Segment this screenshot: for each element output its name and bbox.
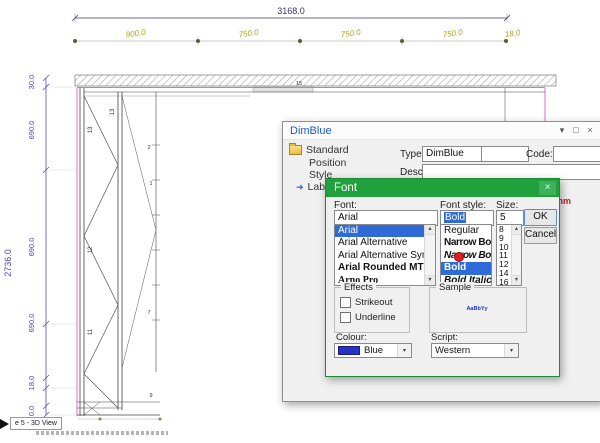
underline-label: Underline bbox=[355, 312, 396, 323]
v-dim-label: 0.0 bbox=[27, 406, 36, 416]
close-icon[interactable]: × bbox=[539, 181, 556, 195]
script-label: Script: bbox=[431, 332, 458, 343]
font-style-list[interactable]: Regular Narrow Bold Narrow Bold Italic B… bbox=[440, 224, 492, 286]
font-list[interactable]: Arial Arial Alternative Arial Alternativ… bbox=[334, 224, 436, 286]
chevron-down-icon[interactable]: ▾ bbox=[504, 344, 518, 357]
type-field[interactable]: DimBlue bbox=[422, 146, 486, 162]
style-option[interactable]: Regular bbox=[441, 225, 491, 237]
member-label: 11 bbox=[88, 328, 94, 335]
script-value: Western bbox=[435, 345, 471, 356]
member-labels: 13 13 12 11 15 2 1 7 9 bbox=[88, 81, 302, 399]
h-dim-label: 900.0 bbox=[125, 28, 147, 40]
top-dimension: 3168.0 bbox=[71, 6, 511, 23]
style-option[interactable]: Bold bbox=[441, 262, 491, 275]
v-dim-label: 690.0 bbox=[27, 314, 36, 333]
h-dim-label: 750.0 bbox=[340, 28, 362, 40]
cancel-button[interactable]: Cancel bbox=[524, 227, 557, 244]
size-list-scrollbar[interactable]: ▲ ▼ bbox=[511, 225, 521, 285]
tab-scroll-arrow[interactable] bbox=[0, 419, 9, 429]
style-option[interactable]: Narrow Bold Italic bbox=[441, 250, 491, 262]
h-dim-label: 750.0 bbox=[442, 28, 464, 40]
scroll-up-icon[interactable]: ▲ bbox=[425, 225, 435, 235]
h-dim-label: 750.0 bbox=[238, 28, 260, 40]
v-dim-label: 690.0 bbox=[27, 238, 36, 257]
bracing-lines bbox=[83, 95, 157, 416]
type-aux-field[interactable] bbox=[481, 146, 529, 162]
member-label: 15 bbox=[296, 81, 302, 87]
sample-group: Sample bbox=[429, 282, 527, 333]
font-option[interactable]: Arial Rounded MT bbox=[335, 262, 435, 274]
checkbox-icon[interactable] bbox=[340, 297, 351, 308]
underline-checkbox[interactable]: Underline bbox=[340, 312, 396, 323]
v-dim-label: 690.0 bbox=[27, 121, 36, 140]
effects-group: Effects bbox=[334, 282, 410, 333]
member-label: 7 bbox=[147, 310, 150, 316]
bottom-dimension bbox=[78, 417, 162, 421]
float-window-icon[interactable]: □ bbox=[569, 125, 583, 136]
overall-width-dim-label: 3168.0 bbox=[277, 6, 305, 16]
sample-group-label: Sample bbox=[436, 282, 475, 293]
code-label: Code: bbox=[526, 149, 553, 160]
status-bar-text-illegible bbox=[36, 431, 168, 435]
member-label: 13 bbox=[110, 108, 116, 115]
ok-button[interactable]: OK bbox=[524, 209, 557, 226]
style-option[interactable]: Narrow Bold bbox=[441, 237, 491, 249]
scroll-up-icon[interactable]: ▲ bbox=[512, 225, 521, 235]
font-option[interactable]: Arial Alternative Symbol bbox=[335, 250, 435, 262]
overall-height-dim-label: 2736.0 bbox=[3, 249, 13, 277]
colour-label: Colour: bbox=[336, 332, 367, 343]
folder-icon bbox=[289, 143, 302, 155]
dimblue-titlebar[interactable]: DimBlue ▾ □ × bbox=[283, 122, 600, 140]
member-label: 12 bbox=[88, 246, 94, 253]
colour-dropdown[interactable]: Blue ▾ bbox=[334, 343, 412, 358]
selected-arrow-icon: ➜ bbox=[296, 181, 304, 192]
left-dimension-chain: 30.0 690.0 690.0 690.0 18.0 0.0 2736.0 bbox=[3, 75, 76, 419]
script-dropdown[interactable]: Western ▾ bbox=[431, 343, 519, 358]
member-label: 1 bbox=[149, 181, 152, 187]
font-style-input-value: Bold bbox=[444, 212, 467, 223]
view-tab[interactable]: e 5 - 3D View bbox=[10, 417, 62, 430]
v-dim-label: 18.0 bbox=[27, 376, 36, 391]
dimblue-title: DimBlue bbox=[290, 124, 332, 137]
colour-value: Blue bbox=[364, 345, 384, 356]
scroll-down-icon[interactable]: ▼ bbox=[425, 275, 435, 285]
h-dim-label: 18.0 bbox=[504, 28, 521, 39]
tree-item-label: Position bbox=[309, 157, 347, 169]
font-option[interactable]: Arial bbox=[335, 225, 435, 238]
member-label: 2 bbox=[147, 145, 150, 151]
chevron-down-icon[interactable]: ▾ bbox=[397, 344, 411, 357]
size-list[interactable]: 8 9 10 11 12 14 16 ▲ ▼ bbox=[496, 224, 522, 286]
checkbox-icon[interactable] bbox=[340, 312, 351, 323]
segment-dimension-row: 900.0 750.0 750.0 750.0 18.0 bbox=[73, 28, 522, 46]
colour-swatch bbox=[338, 346, 360, 355]
strikeout-checkbox[interactable]: Strikeout bbox=[340, 297, 393, 308]
code-field[interactable] bbox=[553, 146, 600, 162]
font-dialog: Font × Font: Arial Arial Arial Alternati… bbox=[325, 178, 560, 377]
tree-item-standard[interactable]: Standard bbox=[289, 143, 349, 156]
tree-item-position[interactable]: Position bbox=[309, 157, 346, 169]
font-dialog-title: Font bbox=[334, 182, 358, 194]
font-option[interactable]: Arial Alternative bbox=[335, 237, 435, 249]
font-dialog-titlebar[interactable]: Font × bbox=[326, 179, 559, 197]
strikeout-label: Strikeout bbox=[355, 297, 393, 308]
type-label: Type: bbox=[400, 149, 425, 160]
font-list-scrollbar[interactable]: ▲ ▼ bbox=[424, 225, 435, 285]
v-dim-label: 30.0 bbox=[27, 75, 36, 90]
tree-item-label: Standard bbox=[306, 144, 349, 156]
scroll-down-icon[interactable]: ▼ bbox=[512, 275, 521, 285]
cursor-dot bbox=[454, 252, 464, 262]
effects-group-label: Effects bbox=[341, 282, 376, 293]
member-label: 9 bbox=[149, 393, 152, 399]
menu-caret-icon[interactable]: ▾ bbox=[555, 125, 569, 136]
close-icon[interactable]: × bbox=[583, 125, 597, 136]
member-label: 13 bbox=[88, 126, 94, 133]
wall-hatch bbox=[74, 74, 557, 93]
